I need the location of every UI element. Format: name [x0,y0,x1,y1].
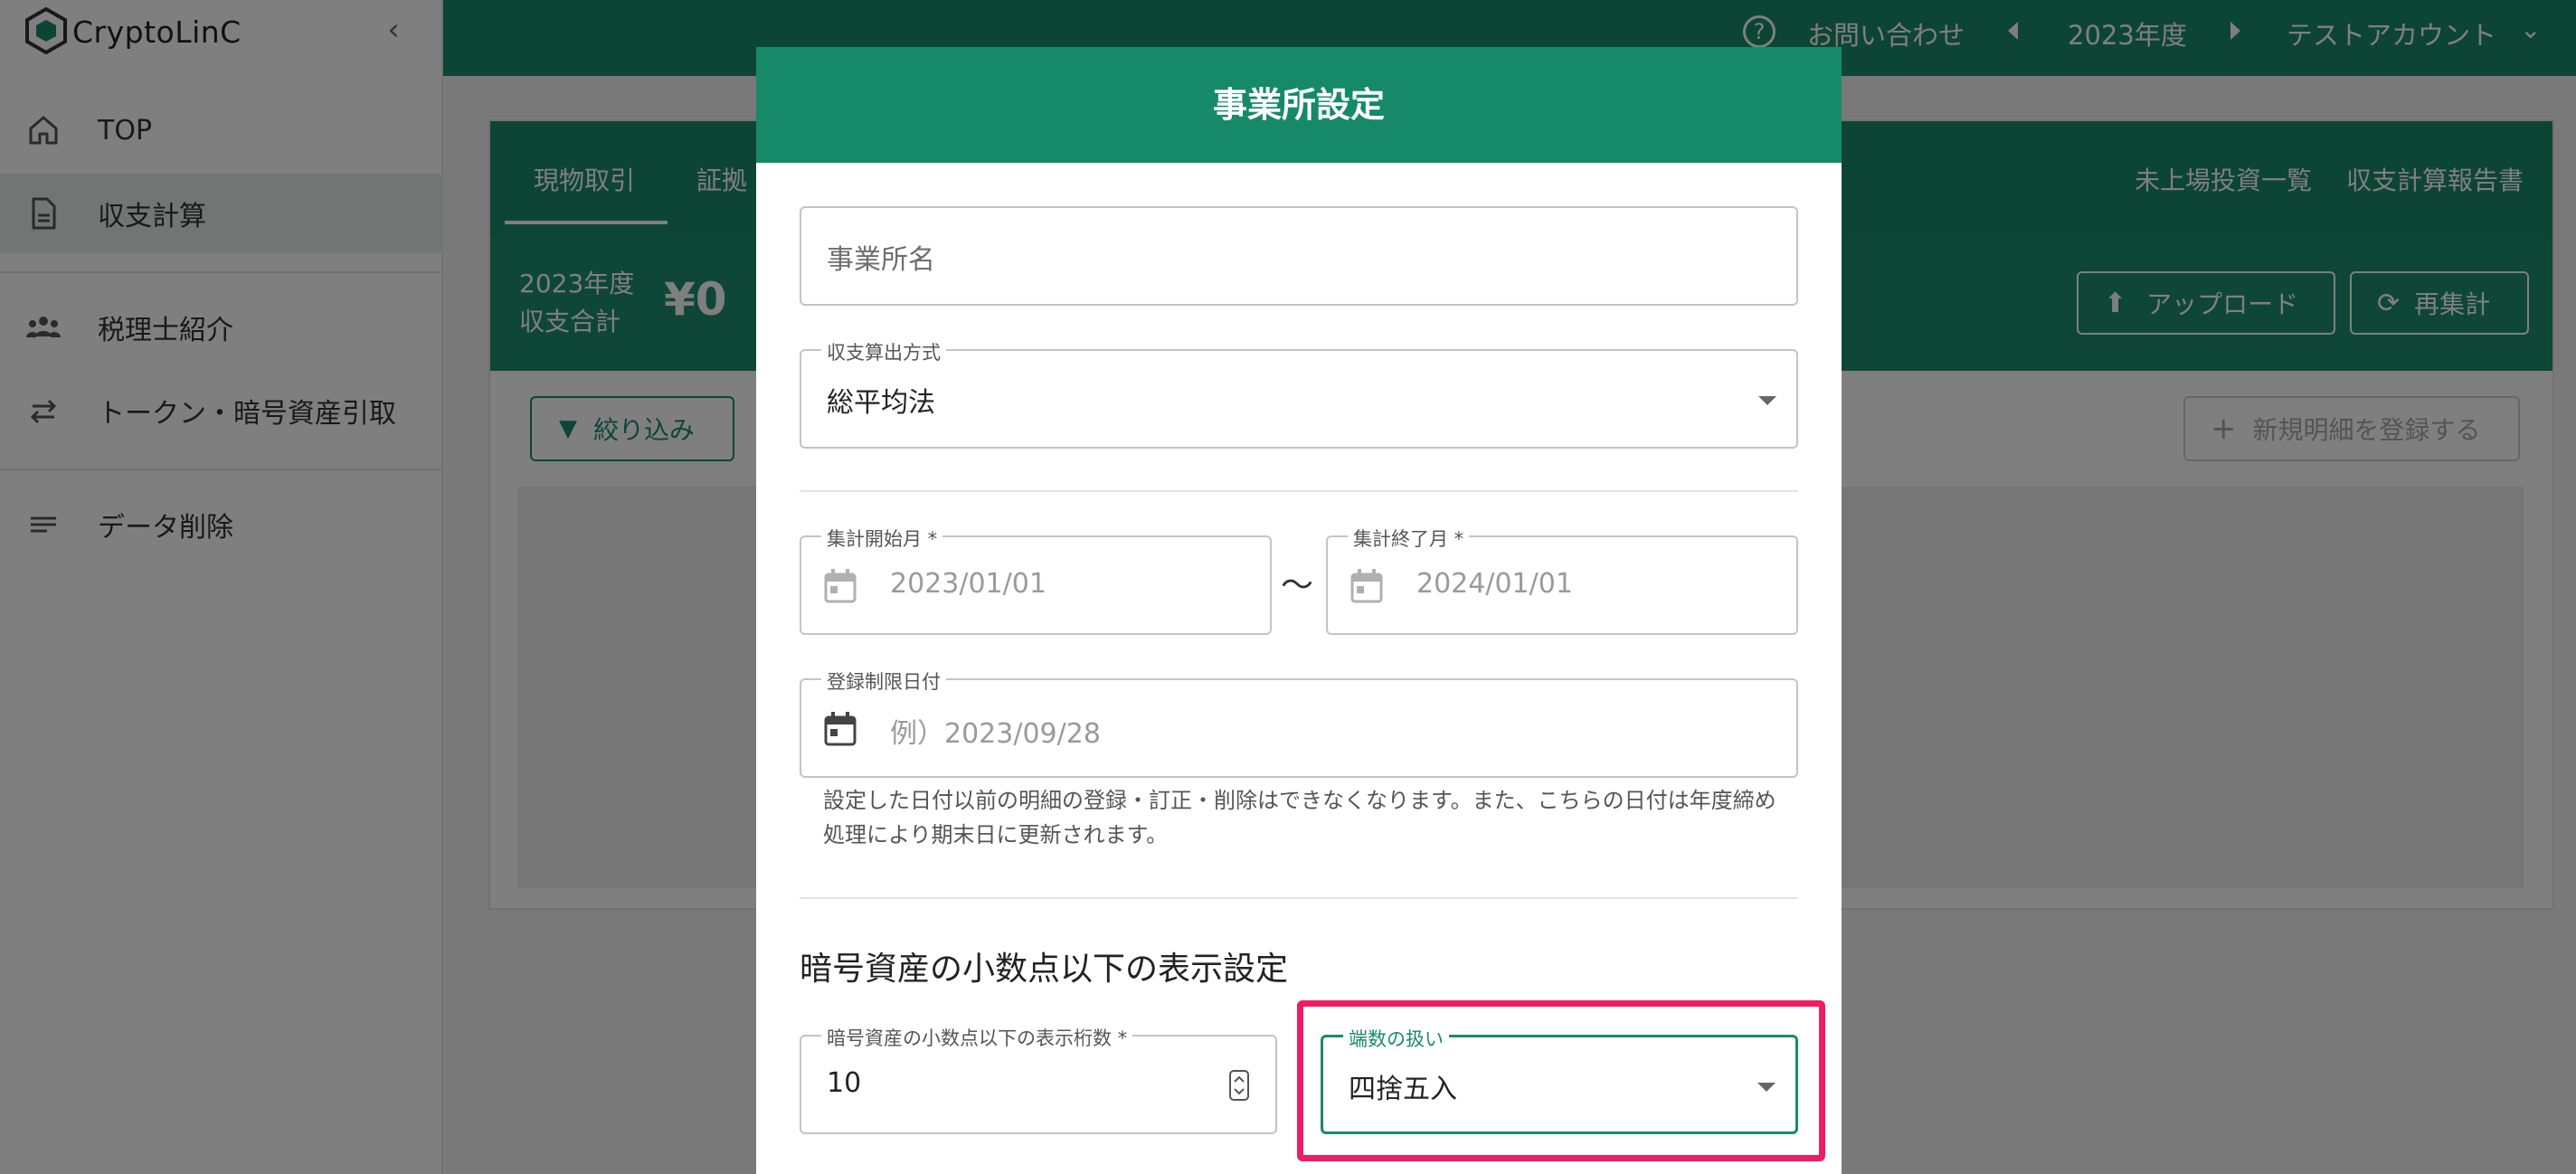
decimal-digits-input[interactable]: 暗号資産の小数点以下の表示桁数 * 10 [800,1024,1277,1134]
decimal-digits-value: 10 [827,1067,862,1099]
end-month-field[interactable]: 集計終了月 * 2024/01/01 [1326,525,1798,635]
divider [800,490,1798,492]
calendar-icon [824,569,857,603]
calc-method-value: 総平均法 [827,387,935,419]
registration-limit-help: 設定した日付以前の明細の登録・訂正・削除はできなくなります。また、こちらの日付は… [823,788,1776,847]
calendar-icon [1350,569,1383,603]
divider [800,897,1798,899]
highlight-box [1297,1000,1825,1161]
decimal-digits-label: 暗号資産の小数点以下の表示桁数 * [821,1024,1133,1051]
number-stepper-icon[interactable] [1228,1069,1250,1102]
dropdown-arrow-icon [1758,396,1776,405]
registration-limit-placeholder: 例）2023/09/28 [890,718,1101,750]
calc-method-label: 収支算出方式 [821,338,946,365]
decimal-settings-title: 暗号資産の小数点以下の表示設定 [800,951,1289,988]
range-separator: 〜 [1281,567,1314,604]
start-month-value: 2023/01/01 [890,568,1046,600]
dialog-title: 事業所設定 [756,47,1842,163]
end-month-label: 集計終了月 * [1348,525,1470,552]
start-month-label: 集計開始月 * [821,525,943,552]
start-month-field[interactable]: 集計開始月 * 2023/01/01 [800,525,1272,635]
office-name-field[interactable]: 事業所名 [800,206,1798,306]
registration-limit-date-field[interactable]: 登録制限日付 例）2023/09/28 [800,667,1798,778]
end-month-value: 2024/01/01 [1416,568,1573,600]
calc-method-select[interactable]: 収支算出方式 総平均法 [800,338,1798,449]
office-name-placeholder: 事業所名 [827,244,935,276]
registration-limit-label: 登録制限日付 [821,667,946,695]
calendar-icon[interactable] [823,711,857,747]
